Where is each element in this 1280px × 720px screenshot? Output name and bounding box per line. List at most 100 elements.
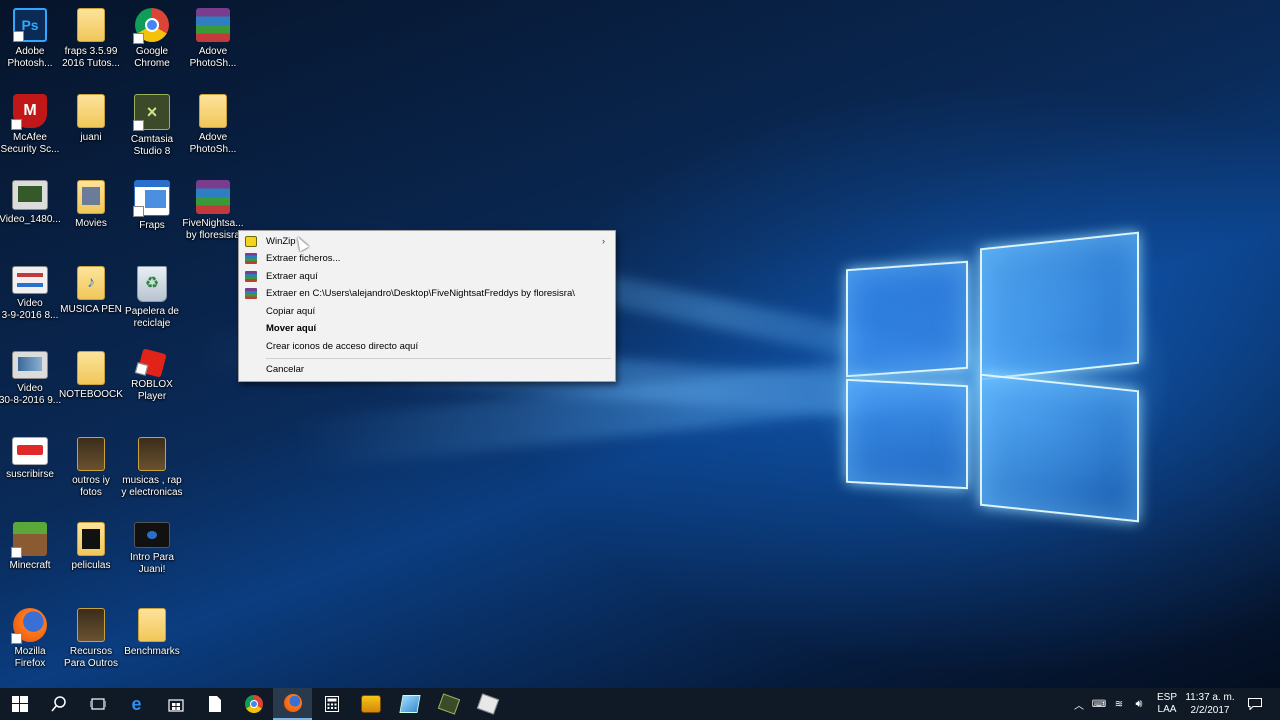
mcafee-icon: M (11, 94, 47, 130)
context-menu: WinZip › Extraer ficheros... Extraer aqu… (238, 230, 616, 382)
minecraft-icon (11, 522, 47, 558)
desktop-icon-video-30-8[interactable]: Video 30-8-2016 9... (0, 345, 62, 425)
desktop-icon-musica-pen[interactable]: ♪ MUSICA PEN (59, 260, 123, 340)
menu-item-label: Extraer en C:\Users\alejandro\Desktop\Fi… (266, 288, 575, 299)
desktop-icon-roblox[interactable]: ROBLOX Player (120, 345, 184, 425)
desktop-icon-suscribirse[interactable]: suscribirse (0, 431, 62, 511)
winrar-icon (245, 288, 257, 299)
tray-app-button[interactable]: ⌨ (1090, 688, 1108, 720)
desktop-icon-benchmarks[interactable]: Benchmarks (120, 602, 184, 682)
menu-item-extraer-aqui[interactable]: Extraer aquí (241, 268, 613, 285)
task-view-icon (89, 698, 106, 710)
desktop-icon-label: Google Chrome (134, 46, 170, 69)
desktop-icon-mcafee[interactable]: M McAfee Security Sc... (0, 88, 62, 168)
desktop-icon-fraps[interactable]: Fraps (120, 174, 184, 254)
desktop-icon-fivenights-archive[interactable]: FiveNightsa... by floresisra (181, 174, 245, 254)
video-file-icon (134, 522, 170, 548)
game-button[interactable] (351, 688, 390, 720)
start-button[interactable] (0, 688, 39, 720)
taskbar: e ︿ ⌨ ≋ 🔊︎ ESP LAA 11:37 a. m. 2/2/2017 (0, 688, 1280, 720)
folder-icon (77, 608, 105, 642)
action-center-button[interactable] (1240, 688, 1270, 720)
chrome-taskbar-button[interactable] (234, 688, 273, 720)
desktop-icon-outros-fotos[interactable]: outros iy fotos (59, 431, 123, 511)
language-code: ESP (1156, 692, 1177, 703)
desktop-icon-juani[interactable]: juani (59, 88, 123, 168)
desktop-icon-firefox[interactable]: Mozilla Firefox (0, 602, 62, 682)
desktop-icon-noteboock[interactable]: NOTEBOOCK (59, 345, 123, 425)
desktop-icon-photoshop[interactable]: Ps Adobe Photosh... (0, 2, 62, 82)
desktop-icon-intro-juani[interactable]: Intro Para Juani! (120, 516, 184, 596)
folder-icon (77, 522, 105, 556)
keyboard-layout: LAA (1157, 704, 1177, 715)
file-button[interactable] (195, 688, 234, 720)
menu-item-cancelar[interactable]: Cancelar (241, 361, 613, 378)
folder-icon (77, 351, 105, 385)
desktop-icon-label: Benchmarks (124, 646, 180, 657)
desktop[interactable]: Ps Adobe Photosh... fraps 3.5.99 2016 Tu… (0, 0, 1280, 688)
desktop-icon-recycle-bin[interactable]: ♻ Papelera de reciclaje (120, 260, 184, 340)
menu-item-label: Copiar aquí (266, 306, 316, 317)
menu-item-mover-aqui[interactable]: Mover aquí (241, 320, 613, 337)
store-button[interactable] (156, 688, 195, 720)
windows-logo-pane (980, 373, 1139, 523)
search-button[interactable] (39, 688, 78, 720)
windows-logo-pane (980, 231, 1139, 381)
windows-logo-pane (846, 260, 968, 378)
desktop-icon-label: suscribirse (6, 469, 54, 480)
desktop-icon-chrome[interactable]: Google Chrome (120, 2, 184, 82)
menu-item-copiar-aqui[interactable]: Copiar aquí (241, 303, 613, 320)
menu-item-extraer-en[interactable]: Extraer en C:\Users\alejandro\Desktop\Fi… (241, 285, 613, 302)
desktop-icon-label: Mozilla Firefox (14, 646, 46, 669)
wifi-icon: ≋ (1114, 698, 1124, 710)
desktop-icon-video-3-9[interactable]: Video 3-9-2016 8... (0, 260, 62, 340)
notepad-button[interactable] (390, 688, 429, 720)
desktop-icon-movies[interactable]: Movies (59, 174, 123, 254)
task-view-button[interactable] (78, 688, 117, 720)
keyboard-icon: ⌨ (1091, 698, 1107, 710)
desktop-icon-peliculas[interactable]: peliculas (59, 516, 123, 596)
video-file-icon (12, 266, 48, 294)
volume-button[interactable]: 🔊︎ (1130, 688, 1148, 720)
roblox-icon (137, 348, 167, 378)
video-editor-icon (476, 693, 499, 715)
desktop-icon-recursos[interactable]: Recursos Para Outros (59, 602, 123, 682)
clock-time: 11:37 a. m. (1185, 692, 1235, 703)
network-button[interactable]: ≋ (1110, 688, 1128, 720)
fraps-icon (133, 180, 170, 217)
menu-separator (266, 358, 611, 359)
calculator-icon (324, 696, 339, 712)
menu-item-label: WinZip (266, 236, 296, 247)
notepad-icon (398, 695, 421, 713)
desktop-icon-adove-archive[interactable]: Adove PhotoSh... (181, 2, 245, 82)
winzip-icon (245, 236, 257, 247)
chrome-icon (244, 695, 263, 713)
folder-icon (77, 8, 105, 42)
menu-item-crear-iconos[interactable]: Crear iconos de acceso directo aquí (241, 338, 613, 355)
desktop-icon-musicas-rap[interactable]: musicas , rap y electronicas (120, 431, 184, 511)
desktop-icon-video-1480[interactable]: Video_1480... (0, 174, 62, 254)
desktop-icon-camtasia[interactable]: × Camtasia Studio 8 (120, 88, 184, 168)
desktop-icon-label: Fraps (139, 220, 165, 231)
language-indicator[interactable]: ESP LAA (1152, 688, 1182, 720)
desktop-icon-fraps-folder[interactable]: fraps 3.5.99 2016 Tutos... (59, 2, 123, 82)
video-editor-button[interactable] (468, 688, 507, 720)
show-hidden-icons-button[interactable]: ︿ (1070, 688, 1088, 720)
desktop-icon-minecraft[interactable]: Minecraft (0, 516, 62, 596)
menu-item-extraer-ficheros[interactable]: Extraer ficheros... (241, 250, 613, 267)
camtasia-taskbar-button[interactable] (429, 688, 468, 720)
desktop-icon-label: NOTEBOOCK (59, 389, 123, 400)
desktop-icon-label: fraps 3.5.99 2016 Tutos... (62, 46, 120, 69)
clock[interactable]: 11:37 a. m. 2/2/2017 (1184, 688, 1236, 720)
windows-logo-pane (846, 378, 968, 490)
chevron-up-icon: ︿ (1074, 700, 1084, 712)
firefox-taskbar-button[interactable] (273, 688, 312, 720)
calculator-button[interactable] (312, 688, 351, 720)
start-icon (11, 696, 28, 712)
video-file-icon (12, 180, 48, 210)
desktop-icon-adove-folder[interactable]: Adove PhotoSh... (181, 88, 245, 168)
recycle-bin-icon: ♻ (137, 266, 167, 302)
edge-button[interactable]: e (117, 688, 156, 720)
desktop-icon-label: Video_1480... (0, 214, 61, 225)
desktop-icon-label: MUSICA PEN (60, 304, 122, 315)
